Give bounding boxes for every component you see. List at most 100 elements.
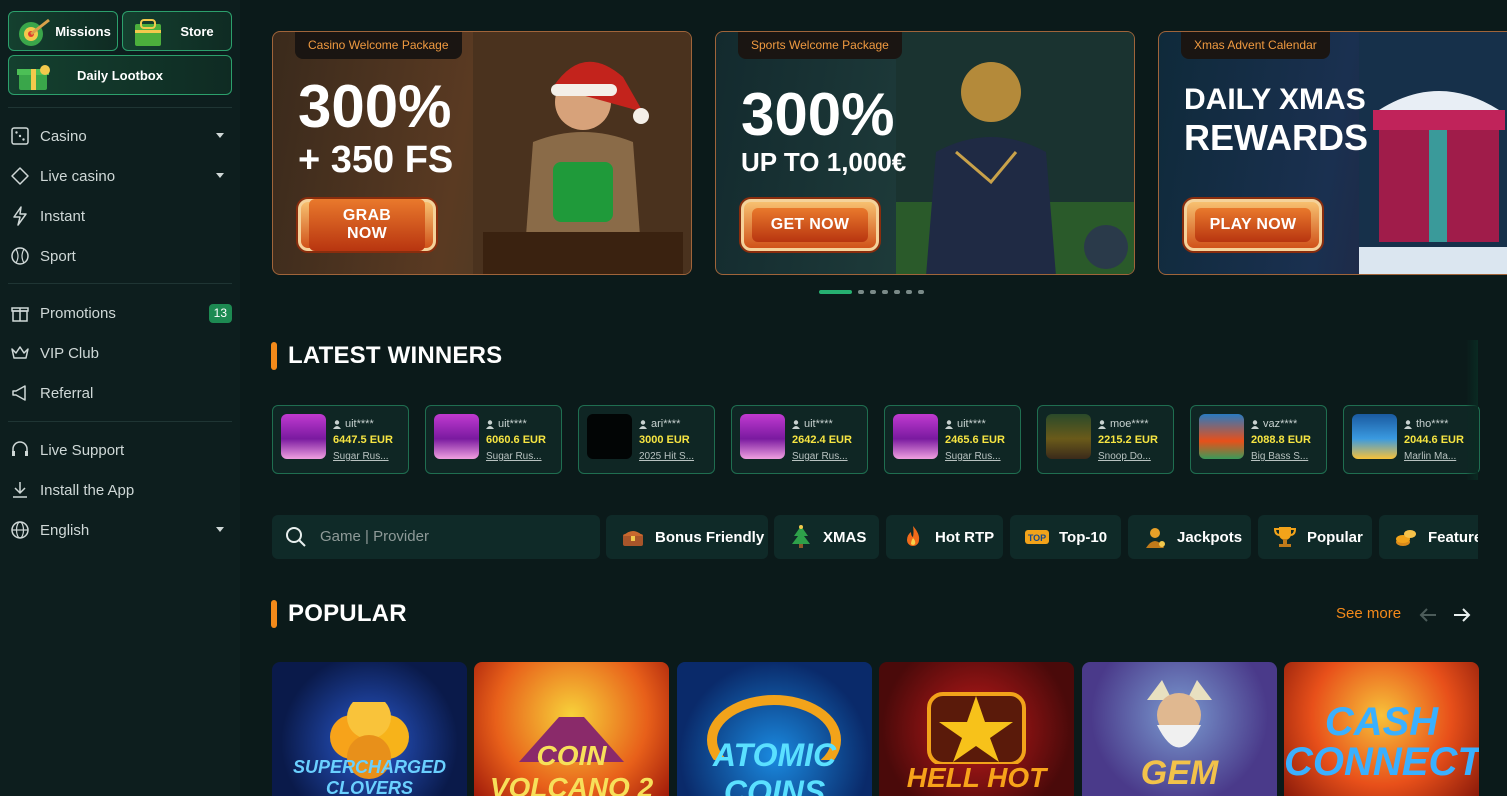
sidebar: Missions Store Daily Lootbox Casino Live… (0, 0, 240, 796)
winner-game-link[interactable]: Sugar Rus... (945, 451, 1001, 462)
game-thumbnail (1046, 414, 1091, 459)
filter-jackpots[interactable]: Jackpots (1128, 515, 1251, 559)
grab-now-button[interactable]: GRAB NOW (298, 199, 436, 251)
game-tile-atomic-coins[interactable]: ATOMIC COINS (677, 662, 872, 796)
filter-featured[interactable]: Featured (1379, 515, 1478, 559)
banner-tag: Xmas Advent Calendar (1181, 32, 1330, 59)
divider (8, 421, 232, 422)
nav-referral[interactable]: Referral (0, 373, 240, 413)
nav-casino[interactable]: Casino (0, 116, 240, 156)
nav-vip-club[interactable]: VIP Club (0, 333, 240, 373)
filter-label: XMAS (823, 528, 867, 546)
banner-sports-welcome[interactable]: Sports Welcome Package 300% UP TO 1,000€… (715, 31, 1135, 275)
game-thumbnail (893, 414, 938, 459)
carousel-dot[interactable] (858, 290, 864, 294)
carousel-dot[interactable] (870, 290, 876, 294)
language-selector[interactable]: English (0, 510, 240, 550)
game-search-input[interactable]: Game | Provider (272, 515, 600, 559)
game-tile-hell-hot[interactable]: HELL HOT (879, 662, 1074, 796)
banner-tag: Sports Welcome Package (738, 32, 902, 59)
winner-username: uit**** (498, 418, 527, 430)
nav-live-casino[interactable]: Live casino (0, 156, 240, 196)
winner-card[interactable]: ari**** 3000 EUR 2025 Hit S... (578, 405, 715, 474)
latest-winners-title: LATEST WINNERS (288, 342, 503, 369)
winner-card[interactable]: tho**** 2044.6 EUR Marlin Ma... (1343, 405, 1480, 474)
headset-icon (12, 441, 28, 456)
chip-icon (11, 167, 29, 185)
carousel-dot[interactable] (918, 290, 924, 294)
banner-casino-welcome[interactable]: Casino Welcome Package 300% + 350 FS GRA… (272, 31, 692, 275)
play-now-button[interactable]: PLAY NOW (1184, 199, 1322, 251)
banner-xmas-advent[interactable]: Xmas Advent Calendar DAILY XMAS REWARDS … (1158, 31, 1507, 275)
cta-label: PLAY NOW (1195, 208, 1311, 242)
dice-icon (11, 127, 29, 145)
nav-instant[interactable]: Instant (0, 196, 240, 236)
see-more-link[interactable]: See more (1336, 605, 1401, 622)
jackpot-icon (1146, 528, 1165, 548)
filter-label: Hot RTP (935, 528, 995, 546)
winner-username: tho**** (1416, 418, 1449, 430)
game-tile-gem[interactable]: GEM (1082, 662, 1277, 796)
store-button[interactable]: Store (122, 11, 232, 51)
winner-card[interactable]: moe**** 2215.2 EUR Snoop Do... (1037, 405, 1174, 474)
winner-game-link[interactable]: Marlin Ma... (1404, 451, 1456, 462)
winner-amount: 2088.8 EUR (1251, 434, 1311, 446)
winner-game-link[interactable]: Sugar Rus... (486, 451, 542, 462)
promotions-count-badge: 13 (208, 304, 232, 323)
cta-label: GRAB NOW (309, 199, 425, 251)
carousel-dot[interactable] (882, 290, 888, 294)
game-tile-supercharged-clovers[interactable]: SUPERCHARGED CLOVERS (272, 662, 467, 796)
language-label: English (40, 521, 90, 539)
nav-live-support[interactable]: Live Support (0, 430, 240, 470)
daily-lootbox-button[interactable]: Daily Lootbox (8, 55, 232, 95)
chevron-down-icon (216, 173, 224, 178)
filter-label: Popular (1307, 528, 1363, 546)
arrow-left-icon[interactable] (1418, 605, 1438, 625)
game-tile-cash-connection[interactable]: CASH CONNECTION (1284, 662, 1479, 796)
nav-install-app-label: Install the App (40, 481, 135, 499)
nav-sport[interactable]: Sport (0, 236, 240, 276)
user-icon (1098, 419, 1106, 429)
chevron-down-icon (216, 133, 224, 138)
winner-card[interactable]: uit**** 6447.5 EUR Sugar Rus... (272, 405, 409, 474)
filter-top-10[interactable]: TOP Top-10 (1010, 515, 1121, 559)
arrow-right-icon[interactable] (1452, 605, 1472, 625)
winner-game-link[interactable]: 2025 Hit S... (639, 451, 694, 462)
winner-game-link[interactable]: Big Bass S... (1251, 451, 1308, 462)
chevron-down-icon (216, 527, 224, 532)
game-thumbnail (281, 414, 326, 459)
missions-button[interactable]: Missions (8, 11, 118, 51)
user-icon (1251, 419, 1259, 429)
get-now-button[interactable]: GET NOW (741, 199, 879, 251)
filter-label: Jackpots (1177, 528, 1243, 546)
treasure-chest-icon (623, 531, 643, 546)
winner-amount: 2215.2 EUR (1098, 434, 1158, 446)
carousel-dot[interactable] (894, 290, 900, 294)
filter-bonus-friendly[interactable]: Bonus Friendly (606, 515, 768, 559)
gift-icon (11, 307, 29, 322)
winner-game-link[interactable]: Snoop Do... (1098, 451, 1151, 462)
ball-icon (11, 247, 29, 265)
game-title: HELL HOT (906, 762, 1047, 793)
game-title: CASH CONNECTION (1284, 700, 1479, 784)
scroll-fade (1466, 340, 1478, 480)
filter-popular[interactable]: Popular (1258, 515, 1372, 559)
filter-hot-rtp[interactable]: Hot RTP (886, 515, 1003, 559)
winner-card[interactable]: vaz**** 2088.8 EUR Big Bass S... (1190, 405, 1327, 474)
banner-headline: 300% (298, 73, 452, 140)
carousel-dot[interactable] (819, 290, 852, 294)
store-label: Store (180, 23, 214, 39)
winner-card[interactable]: uit**** 2642.4 EUR Sugar Rus... (731, 405, 868, 474)
filter-xmas[interactable]: XMAS (774, 515, 879, 559)
game-thumbnail (587, 414, 632, 459)
winner-game-link[interactable]: Sugar Rus... (792, 451, 848, 462)
winner-game-link[interactable]: Sugar Rus... (333, 451, 389, 462)
game-title: ATOMIC COINS (712, 737, 837, 796)
winner-card[interactable]: uit**** 6060.6 EUR Sugar Rus... (425, 405, 562, 474)
carousel-dot[interactable] (906, 290, 912, 294)
nav-install-app[interactable]: Install the App (0, 470, 240, 510)
game-tile-coin-volcano-2[interactable]: COIN VOLCANO 2 (474, 662, 669, 796)
nav-promotions[interactable]: Promotions 13 (0, 293, 240, 333)
user-icon (486, 419, 494, 429)
winner-card[interactable]: uit**** 2465.6 EUR Sugar Rus... (884, 405, 1021, 474)
